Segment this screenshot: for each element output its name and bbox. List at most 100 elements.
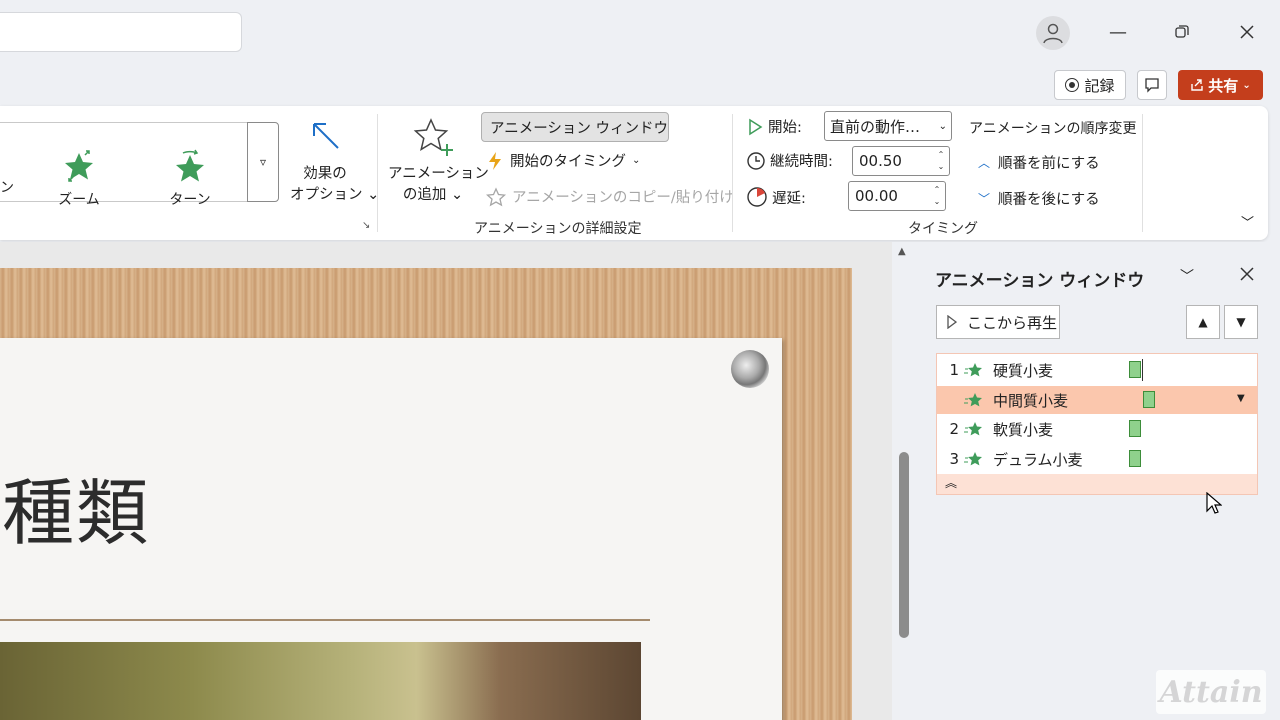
item-number: 1 — [949, 361, 959, 379]
watermark-logo: Attain — [1156, 670, 1266, 714]
gallery-more-button[interactable]: ▿ — [247, 122, 279, 202]
chevron-down-icon: ﹀ — [1241, 216, 1255, 231]
list-item-selected[interactable]: 中間質小麦 ▼ — [937, 386, 1257, 414]
timeline-bar[interactable] — [1129, 450, 1141, 467]
item-number: 3 — [949, 450, 959, 468]
gallery-item-turn[interactable]: ターン — [145, 147, 235, 209]
lightning-icon — [489, 151, 501, 170]
pane-options-button[interactable]: ﹀ — [1180, 266, 1194, 286]
move-later-button[interactable]: ﹀ 順番を後にする — [978, 188, 1100, 209]
delay-stepper[interactable]: 00.00 ⌃ ⌄ — [848, 181, 946, 211]
group-separator — [377, 114, 378, 232]
restore-icon — [1175, 25, 1189, 38]
turn-star-icon — [176, 149, 204, 182]
gallery-item-label: ターン — [169, 192, 211, 208]
group-separator — [1142, 114, 1143, 232]
pane-close-button[interactable] — [1239, 266, 1255, 286]
delay-label: 遅延: — [772, 190, 806, 207]
move-down-button[interactable]: ▼ — [1224, 305, 1258, 339]
animation-list: 1 硬質小麦 中間質小麦 ▼ 2 軟質小麦 3 デュラム小麦 ︽ — [936, 353, 1258, 495]
gallery-item-label: ズーム — [58, 192, 100, 208]
start-label: 開始: — [768, 120, 802, 136]
record-label: 記録 — [1084, 76, 1115, 95]
triangle-up-icon: ▲ — [1198, 315, 1208, 329]
animation-pane-title: アニメーション ウィンドウ — [935, 271, 1145, 291]
trigger-button[interactable]: 開始のタイミング ⌄ — [486, 150, 640, 171]
item-label: 軟質小麦 — [993, 420, 1054, 439]
stepper-arrows[interactable]: ⌃ ⌄ — [929, 184, 945, 208]
collapse-group-row[interactable]: ︽ — [937, 474, 1257, 494]
close-icon — [1240, 25, 1254, 39]
delay-row: 遅延: — [746, 186, 806, 208]
scroll-up-icon[interactable]: ▲ — [898, 246, 906, 257]
gallery-item-zoom[interactable]: ズーム — [34, 147, 124, 209]
start-select[interactable]: 直前の動作… ⌄ — [824, 111, 952, 141]
search-box[interactable] — [0, 12, 242, 52]
item-label: 硬質小麦 — [993, 361, 1054, 380]
zoom-star-icon — [65, 150, 93, 182]
slide-photo[interactable] — [0, 642, 641, 720]
start-row: 開始: — [746, 116, 802, 137]
item-label: デュラム小麦 — [993, 450, 1083, 469]
double-chevron-up-icon: ︽ — [945, 476, 958, 490]
expand-gallery-icon: ▿ — [259, 155, 267, 169]
user-icon — [1043, 23, 1063, 44]
add-animation-button[interactable]: アニメーション の追加 ⌄ — [388, 116, 489, 204]
collapse-ribbon-button[interactable]: ﹀ — [1241, 212, 1254, 231]
delay-clock-icon — [747, 187, 767, 207]
timeline-bar[interactable] — [1143, 391, 1155, 408]
pushpin-image — [731, 350, 769, 388]
move-earlier-label: 順番を前にする — [998, 156, 1100, 172]
play-start-icon — [749, 118, 763, 135]
animation-painter-icon — [486, 186, 507, 206]
timing-group-label: タイミング — [908, 221, 978, 237]
item-dropdown-icon[interactable]: ▼ — [1237, 393, 1245, 404]
entrance-effect-icon — [964, 452, 982, 466]
move-later-label: 順番を後にする — [998, 192, 1100, 208]
slide-canvas[interactable]: 種類 — [0, 242, 892, 720]
share-label: 共有 — [1208, 76, 1239, 95]
close-window-button[interactable] — [1227, 14, 1267, 50]
share-button[interactable]: 共有 ⌄ — [1178, 70, 1263, 100]
effect-options-button[interactable]: 効果の オプション ⌄ — [290, 118, 379, 204]
animation-pane-toggle-button[interactable]: アニメーション ウィンドウ — [481, 112, 669, 142]
slide-title[interactable]: 種類 — [2, 454, 150, 559]
delay-value: 00.00 — [855, 187, 898, 205]
add-animation-star-icon — [413, 118, 453, 156]
advanced-animation-group-label: アニメーションの詳細設定 — [474, 221, 642, 237]
effect-options-arrow-icon — [313, 123, 339, 149]
list-item[interactable]: 3 デュラム小麦 — [937, 445, 1257, 473]
minimize-button[interactable]: — — [1098, 14, 1138, 50]
chevron-down-icon: ﹀ — [978, 192, 991, 206]
effect-options-label-1: 効果の — [303, 166, 347, 182]
animation-gallery: ン ズーム ターン — [0, 122, 247, 208]
timeline-bar[interactable] — [1129, 420, 1141, 437]
timeline-bar[interactable] — [1129, 361, 1141, 378]
entrance-effect-icon — [964, 363, 982, 377]
duration-value: 00.50 — [859, 152, 902, 170]
comments-button[interactable] — [1137, 70, 1167, 100]
list-item[interactable]: 1 硬質小麦 — [937, 356, 1257, 384]
play-from-button[interactable]: ここから再生 — [936, 305, 1060, 339]
move-earlier-button[interactable]: ︿ 順番を前にする — [978, 152, 1100, 173]
play-from-label: ここから再生 — [967, 313, 1058, 332]
move-up-button[interactable]: ▲ — [1186, 305, 1220, 339]
duration-stepper[interactable]: 00.50 ⌃ ⌄ — [852, 146, 950, 176]
clock-icon — [747, 151, 765, 170]
account-avatar[interactable] — [1036, 16, 1070, 50]
animation-pane-toggle-label: アニメーション ウィンドウ — [490, 120, 669, 137]
restore-button[interactable] — [1162, 14, 1202, 50]
scrollbar-thumb[interactable] — [899, 452, 909, 638]
dialog-launcher-icon[interactable]: ↘ — [362, 220, 370, 231]
record-button[interactable]: 記録 — [1054, 70, 1126, 100]
list-item[interactable]: 2 軟質小麦 — [937, 415, 1257, 443]
timeline-cursor — [1142, 359, 1143, 381]
start-select-value: 直前の動作… — [830, 117, 921, 136]
gallery-item-partial-label[interactable]: ン — [0, 177, 14, 197]
close-icon — [1240, 267, 1254, 281]
reorder-heading: アニメーションの順序変更 — [969, 121, 1137, 137]
triangle-down-icon: ▼ — [1236, 315, 1246, 329]
animation-painter-button: アニメーションのコピー/貼り付け — [486, 186, 734, 207]
stepper-arrows[interactable]: ⌃ ⌄ — [933, 149, 949, 173]
play-icon — [947, 315, 957, 329]
